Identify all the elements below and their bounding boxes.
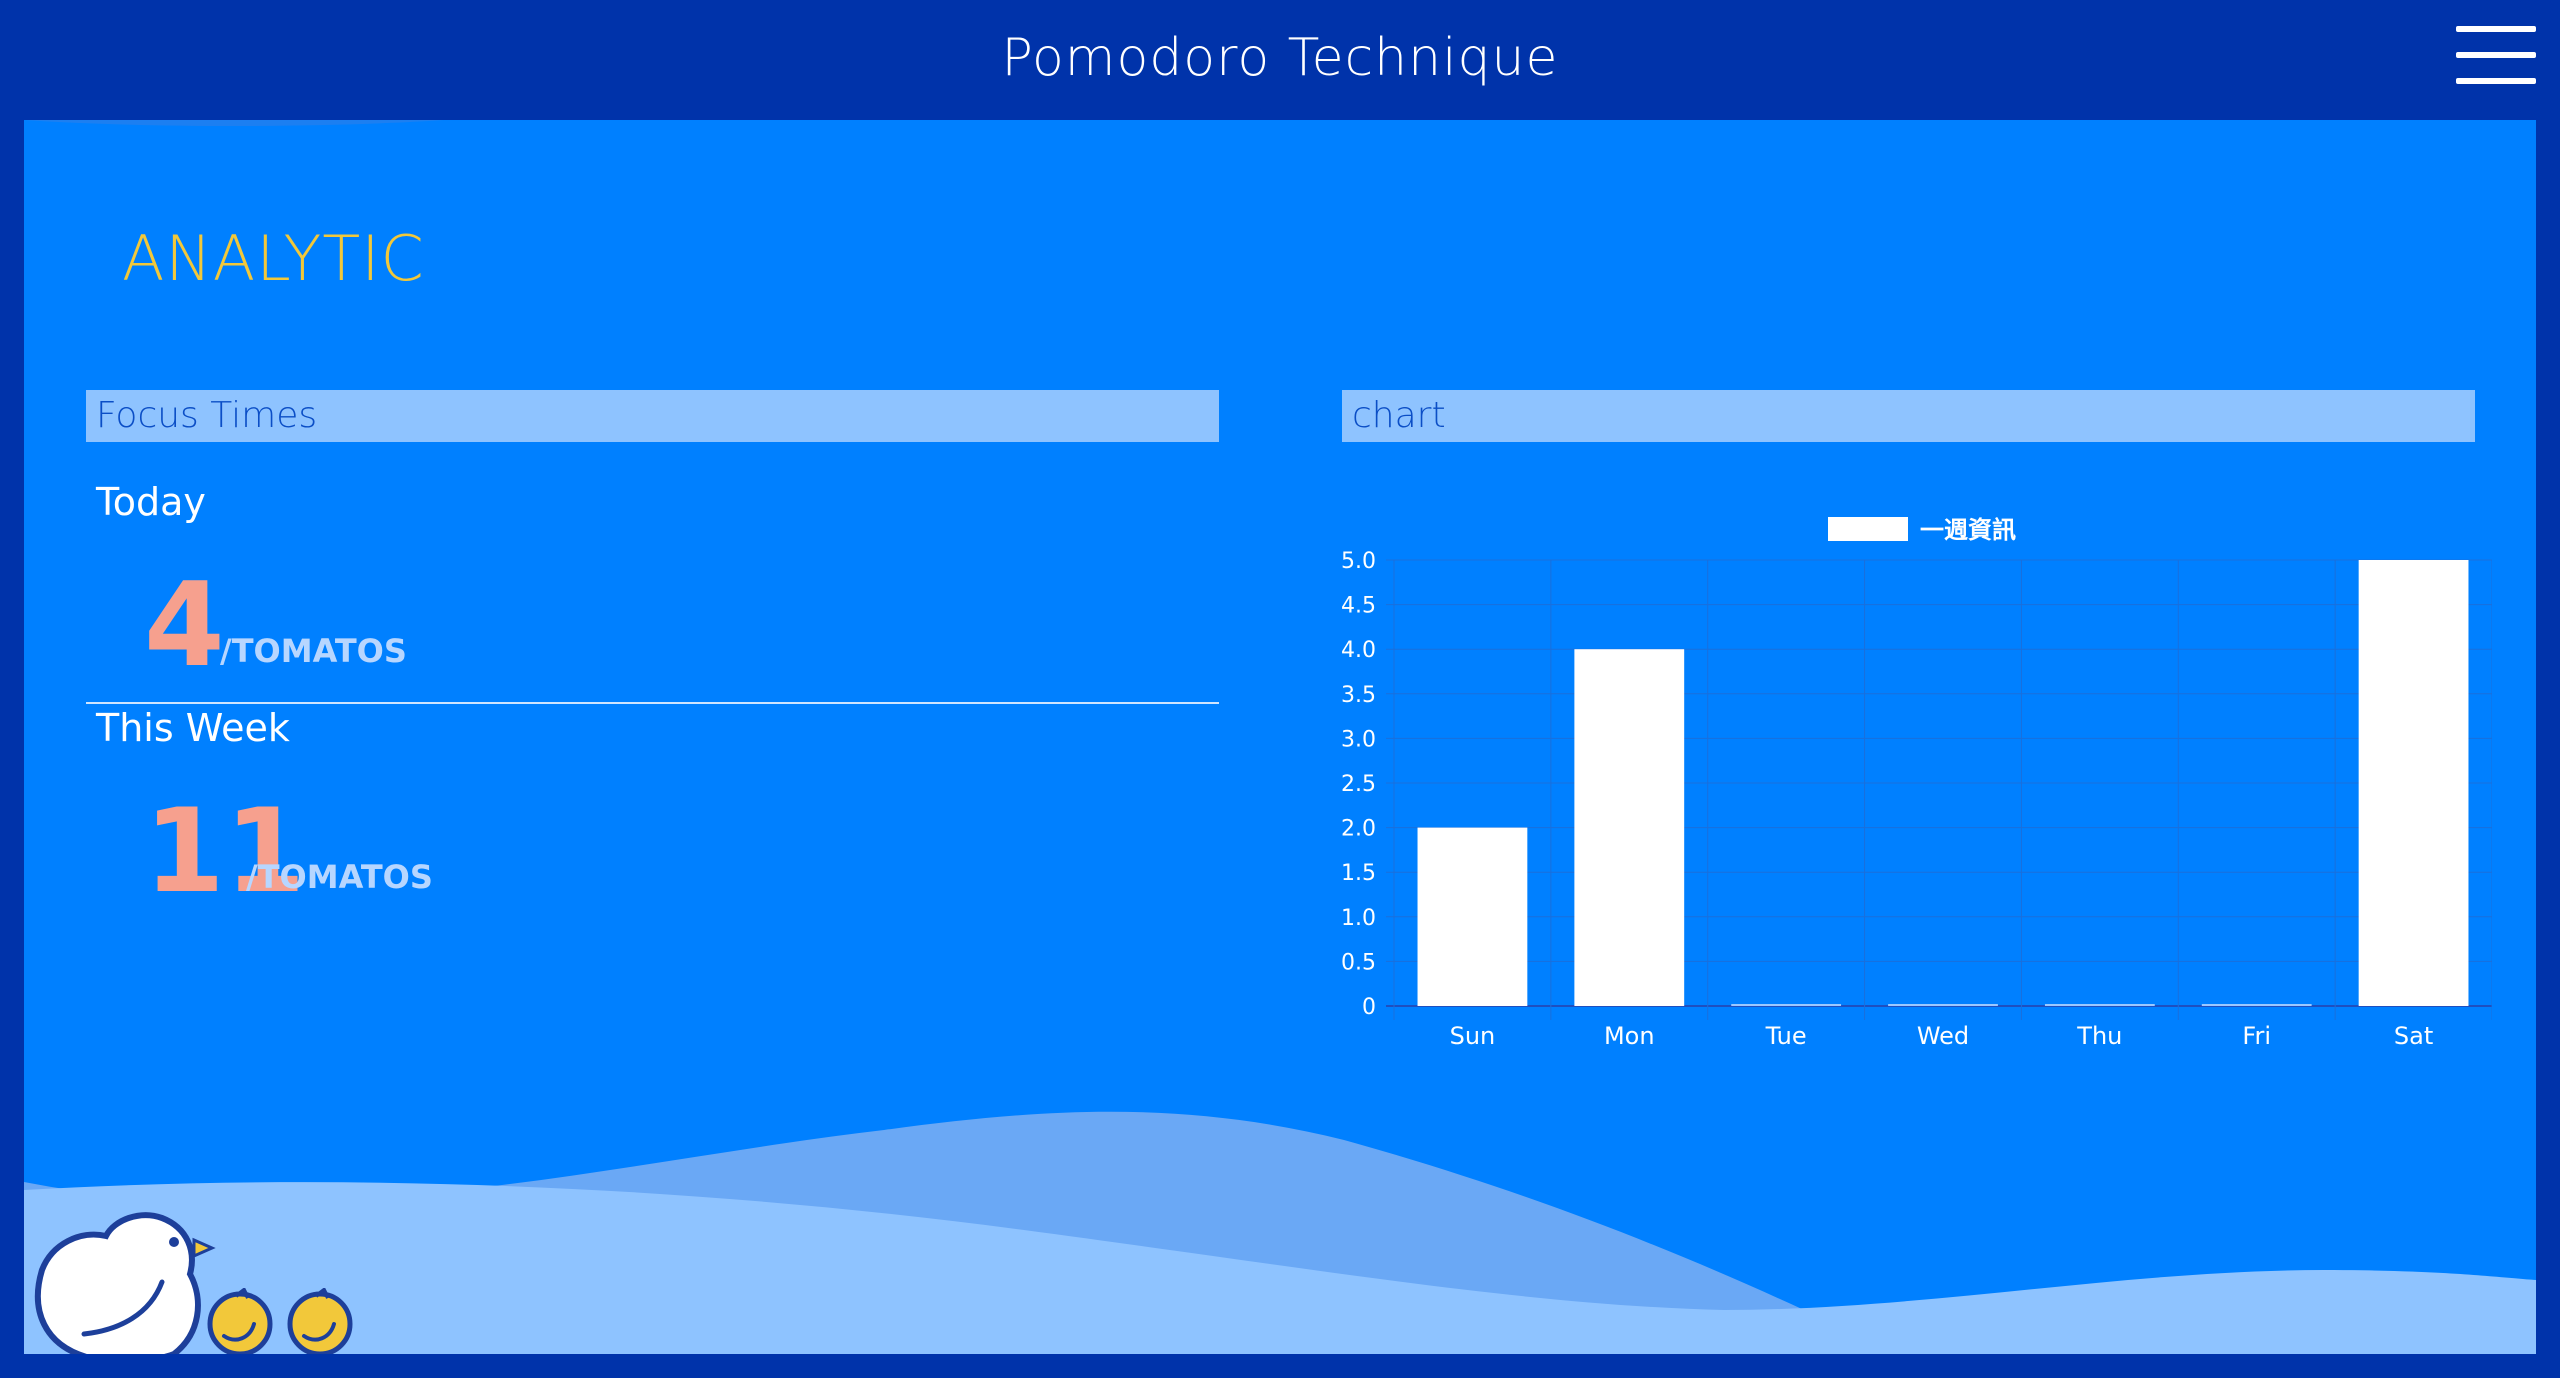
y-tick-label: 3.5 — [1342, 683, 1376, 708]
x-tick-label: Fri — [2242, 1022, 2271, 1050]
x-tick-label: Mon — [1604, 1022, 1655, 1050]
y-tick-label: 4.5 — [1342, 594, 1376, 619]
menu-line — [2456, 26, 2536, 32]
y-tick-label: 1.5 — [1342, 861, 1376, 886]
focus-times-header: Focus Times — [86, 390, 1219, 442]
top-bar: Pomodoro Technique — [0, 0, 2560, 120]
bar-mon[interactable] — [1574, 649, 1685, 1006]
today-label: Today — [96, 480, 206, 524]
y-tick-label: 3.0 — [1342, 727, 1376, 752]
tomato-icon — [287, 1288, 353, 1354]
bar-sat[interactable] — [2358, 560, 2469, 1006]
top-wave — [24, 120, 444, 126]
y-tick-label: 2.0 — [1342, 817, 1376, 842]
today-count: 4 — [144, 558, 225, 693]
x-tick-label: Sat — [2394, 1022, 2433, 1050]
main-content: ANALYTIC Focus Times Today 4 /TOMATOS Th… — [24, 120, 2536, 1354]
bar-sun[interactable] — [1417, 827, 1528, 1006]
bar-tue[interactable] — [1731, 1004, 1842, 1006]
today-unit: /TOMATOS — [220, 632, 407, 670]
divider — [86, 702, 1219, 704]
y-tick-label: 4.0 — [1342, 638, 1376, 663]
y-tick-label: 0.5 — [1342, 950, 1376, 975]
weekly-bar-chart: 一週資訊 5.0 4.5 4.0 3.5 3.0 2.5 2.0 1.5 1.0 0.5 0 Sun Mo… — [1342, 516, 2492, 1050]
x-tick-label: Wed — [1917, 1022, 1969, 1050]
x-tick-label: Thu — [2076, 1022, 2122, 1050]
bar-fri[interactable] — [2201, 1004, 2312, 1006]
week-unit: /TOMATOS — [246, 858, 433, 896]
bar-thu[interactable] — [2044, 1004, 2155, 1006]
week-label: This Week — [96, 706, 290, 750]
tomato-icon — [207, 1288, 273, 1354]
y-tick-label: 5.0 — [1342, 549, 1376, 574]
menu-line — [2456, 52, 2536, 58]
menu-line — [2456, 78, 2536, 84]
legend-swatch[interactable] — [1828, 517, 1908, 541]
x-tick-label: Tue — [1765, 1022, 1807, 1050]
x-tick-label: Sun — [1450, 1022, 1496, 1050]
hamburger-menu-icon[interactable] — [2456, 26, 2536, 84]
chart-header: chart — [1342, 390, 2475, 442]
bar-wed[interactable] — [1888, 1004, 1998, 1006]
app-title: Pomodoro Technique — [1001, 28, 1559, 88]
y-tick-label: 1.0 — [1342, 906, 1376, 931]
y-tick-label: 0 — [1362, 995, 1376, 1020]
y-tick-label: 2.5 — [1342, 772, 1376, 797]
page-title: ANALYTIC — [122, 222, 425, 295]
legend-label[interactable]: 一週資訊 — [1920, 516, 2016, 544]
